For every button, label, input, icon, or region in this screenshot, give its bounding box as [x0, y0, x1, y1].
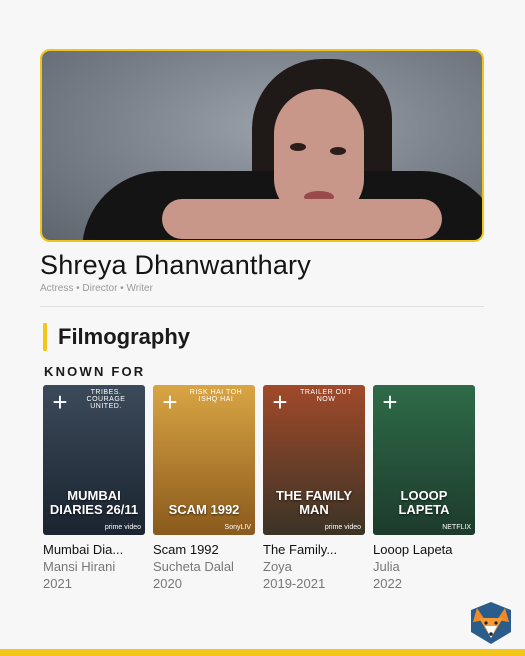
- add-to-watchlist-icon[interactable]: +: [379, 389, 401, 415]
- film-title[interactable]: The Family...: [263, 542, 365, 557]
- film-card[interactable]: + LOOOP LAPETA NETFLIX Looop Lapeta Julia 202…: [373, 385, 475, 591]
- poster-brand: SonyLIV: [224, 524, 251, 531]
- film-year: 2020: [153, 576, 182, 591]
- film-poster[interactable]: + LOOOP LAPETA NETFLIX: [373, 385, 475, 535]
- film-poster[interactable]: + RISK HAI TOH ISHQ HAI SCAM 1992 SonyLIV: [153, 385, 255, 535]
- poster-title: SCAM 1992: [168, 502, 240, 517]
- film-poster[interactable]: + TRAILER OUT NOW THE FAMILY MAN prime vide…: [263, 385, 365, 535]
- film-title[interactable]: Mumbai Dia...: [43, 542, 145, 557]
- section-title[interactable]: Filmography: [58, 324, 190, 350]
- poster-title: MUMBAI DIARIES 26/11: [49, 488, 139, 517]
- film-card[interactable]: + RISK HAI TOH ISHQ HAI SCAM 1992 SonyLIV Sc…: [153, 385, 255, 591]
- known-for-label: KNOWN FOR: [44, 364, 146, 379]
- poster-title: LOOOP LAPETA: [398, 488, 450, 517]
- poster-brand: prime video: [324, 524, 361, 531]
- film-role: Zoya: [263, 559, 292, 574]
- film-card[interactable]: + TRIBES. COURAGE UNITED. MUMBAI DIARIES 2…: [43, 385, 145, 591]
- film-year: 2021: [43, 576, 72, 591]
- poster-brand: prime video: [104, 524, 141, 531]
- profile-name: Shreya Dhanwanthary: [40, 250, 311, 280]
- film-year: 2022: [373, 576, 402, 591]
- poster-tagline: TRIBES. COURAGE UNITED.: [86, 389, 126, 410]
- poster-tagline: RISK HAI TOH ISHQ HAI: [189, 389, 243, 403]
- profile-roles: Actress • Director • Writer: [40, 283, 153, 294]
- poster-title: THE FAMILY MAN: [275, 488, 353, 517]
- film-role: Mansi Hirani: [43, 559, 116, 574]
- film-title[interactable]: Looop Lapeta: [373, 542, 475, 557]
- poster-brand: NETFLIX: [442, 524, 471, 531]
- film-role: Sucheta Dalal: [153, 559, 234, 574]
- film-card[interactable]: + TRAILER OUT NOW THE FAMILY MAN prime vide…: [263, 385, 365, 591]
- fox-logo-icon: [471, 602, 511, 644]
- profile-photo: [40, 49, 484, 242]
- film-title[interactable]: Scam 1992: [153, 542, 255, 557]
- section-accent-bar: [43, 323, 47, 351]
- film-role: Julia: [373, 559, 400, 574]
- film-year: 2019-2021: [263, 576, 326, 591]
- divider: [40, 306, 484, 307]
- film-poster[interactable]: + TRIBES. COURAGE UNITED. MUMBAI DIARIES 2…: [43, 385, 145, 535]
- poster-tagline: TRAILER OUT NOW: [300, 389, 352, 403]
- footer-accent-bar: [0, 649, 525, 656]
